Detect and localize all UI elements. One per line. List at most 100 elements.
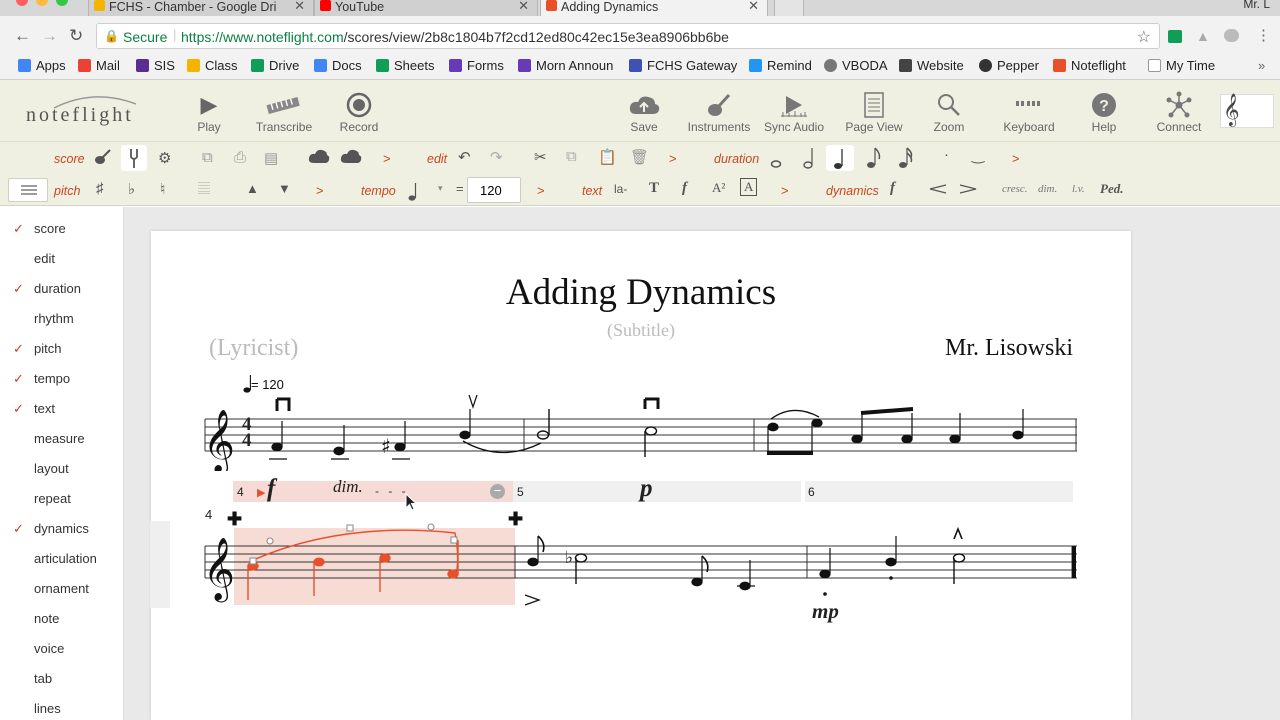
bookmark-vboda[interactable]: VBODA [824,58,888,73]
forte-tool[interactable]: f [890,180,895,197]
decrescendo-hairpin-icon[interactable] [958,180,978,202]
duration-more-arrow-icon[interactable]: > [1012,151,1020,166]
bookmark-my-time[interactable]: My Time [1148,58,1215,73]
redo-icon[interactable]: ↷ [490,148,503,166]
cloud-upload-small-icon[interactable] [308,148,330,168]
paste-clipboard-icon[interactable]: 📋 [598,148,617,166]
pitch-down-icon[interactable]: ▼ [278,181,291,196]
connect-button[interactable]: Connect [1137,90,1221,134]
back-icon[interactable]: ← [14,26,31,46]
sidebar-item-score[interactable]: score [34,221,66,236]
palette-label-edit[interactable]: edit [427,152,447,166]
checkmark-icon[interactable]: ✓ [13,221,24,237]
close-tab-icon[interactable]: ✕ [518,0,529,14]
bookmark-morn-announ[interactable]: Morn Announ [518,58,613,73]
tempo-mark[interactable]: = 120 [251,377,284,392]
bookmark-star-icon[interactable]: ☆ [1137,27,1151,47]
score-more-arrow-icon[interactable]: > [383,151,391,166]
bookmark-fchs-gateway[interactable]: FCHS Gateway [629,58,737,73]
forward-icon[interactable]: → [41,26,58,46]
copy-icon[interactable]: ⧉ [566,148,577,165]
instrument-guitar-icon[interactable] [94,148,112,170]
url-field[interactable]: 🔒 Secure | https://www.noteflight.com/sc… [96,23,1160,49]
palette-menu-button[interactable] [8,178,48,202]
settings-gear-icon[interactable]: ⚙ [158,149,171,167]
sidebar-item-edit[interactable]: edit [34,251,55,266]
tempo-more-arrow-icon[interactable]: > [537,183,545,198]
palette-label-duration[interactable]: duration [714,152,759,166]
staff-respell-icon[interactable]: 𝄚 [198,181,210,198]
sidebar-item-repeat[interactable]: repeat [34,491,71,506]
measure-5-strip[interactable] [513,481,801,502]
print-icon[interactable]: ⎙ [234,149,246,166]
palette-label-score[interactable]: score [54,152,85,166]
system-handle[interactable] [150,521,170,608]
bookmark-sheets[interactable]: Sheets [376,58,434,73]
sidebar-item-lines[interactable]: lines [34,701,61,716]
tempo-note-dropdown-icon[interactable]: ▾ [438,183,443,194]
play-button[interactable]: ▶ Play [167,90,251,134]
page-view-button[interactable]: Page View [832,90,916,134]
record-button[interactable]: Record [317,90,401,134]
sixteenth-note-icon[interactable] [898,146,914,174]
checkmark-icon[interactable]: ✓ [13,341,24,357]
delete-trash-icon[interactable]: 🗑 [630,148,649,166]
tuning-fork-button[interactable] [121,145,147,171]
sharp-icon[interactable]: ♯ [96,180,104,197]
sidebar-item-ornament[interactable]: ornament [34,581,89,596]
boxed-text-tool[interactable]: A [740,178,758,196]
help-button[interactable]: ? Help [1062,90,1146,134]
close-window-icon[interactable] [16,0,28,6]
sidebar-item-dynamics[interactable]: dynamics [34,521,89,536]
bookmark-remind[interactable]: Remind [749,58,812,73]
dynamic-mezzo-piano[interactable]: mp [812,599,839,624]
bookmark-forms[interactable]: Forms [449,58,504,73]
dot-icon[interactable]: · [944,146,949,163]
extension-icon[interactable] [1168,30,1182,43]
checkmark-icon[interactable]: ✓ [13,401,24,417]
save-button[interactable]: Save [602,90,686,134]
more-bookmarks-icon[interactable]: » [1258,58,1265,73]
sidebar-item-text[interactable]: text [34,401,55,416]
sidebar-item-tab[interactable]: tab [34,671,52,686]
dynamic-piano[interactable]: p [640,475,653,503]
flat-icon[interactable]: ♭ [128,180,135,198]
minimize-window-icon[interactable] [36,0,48,6]
pitch-more-arrow-icon[interactable]: > [316,183,324,198]
sidebar-item-rhythm[interactable]: rhythm [34,311,74,326]
sidebar-item-measure[interactable]: measure [34,431,85,446]
text-more-arrow-icon[interactable]: > [781,183,789,198]
zoom-button[interactable]: Zoom [907,90,991,134]
close-tab-icon[interactable]: ✕ [294,0,305,14]
sidebar-item-duration[interactable]: duration [34,281,81,296]
let-vibrate-tool[interactable]: l.v. [1072,183,1085,195]
palette-label-pitch[interactable]: pitch [54,184,80,198]
edit-more-arrow-icon[interactable]: > [669,151,677,166]
bookmark-pepper[interactable]: Pepper [979,58,1039,73]
sidebar-item-voice[interactable]: voice [34,641,64,656]
bookmark-mail[interactable]: Mail [78,58,120,73]
bookmark-class[interactable]: Class [187,58,238,73]
quarter-note-button[interactable] [826,145,854,171]
checkmark-icon[interactable]: ✓ [13,281,24,297]
user-avatar[interactable]: 𝄞 [1220,94,1274,128]
tempo-quarter-note-icon[interactable] [408,180,420,206]
new-tab-button[interactable] [774,0,804,16]
crescendo-hairpin-icon[interactable] [928,180,948,202]
bookmark-docs[interactable]: Docs [314,58,362,73]
copy-score-icon[interactable]: ⧉ [202,149,213,166]
tempo-bpm-input[interactable] [467,177,521,203]
cut-scissors-icon[interactable]: ✂ [534,148,547,166]
noteflight-logo[interactable]: noteflight [24,90,160,132]
dynamic-forte[interactable]: f [267,475,275,503]
palette-label-dynamics[interactable]: dynamics [826,184,879,198]
cloud-extension-icon[interactable] [1224,29,1239,42]
sidebar-item-tempo[interactable]: tempo [34,371,70,386]
text-tool[interactable]: T [649,180,659,197]
bookmark-website[interactable]: Website [899,58,964,73]
pedal-tool[interactable]: Ped. [1100,181,1123,197]
cresc-text-tool[interactable]: cresc. [1002,183,1028,195]
pages-icon[interactable]: ▤ [264,149,278,167]
remove-dynamic-icon[interactable]: − [490,484,505,499]
reload-icon[interactable]: ↻ [69,26,83,46]
